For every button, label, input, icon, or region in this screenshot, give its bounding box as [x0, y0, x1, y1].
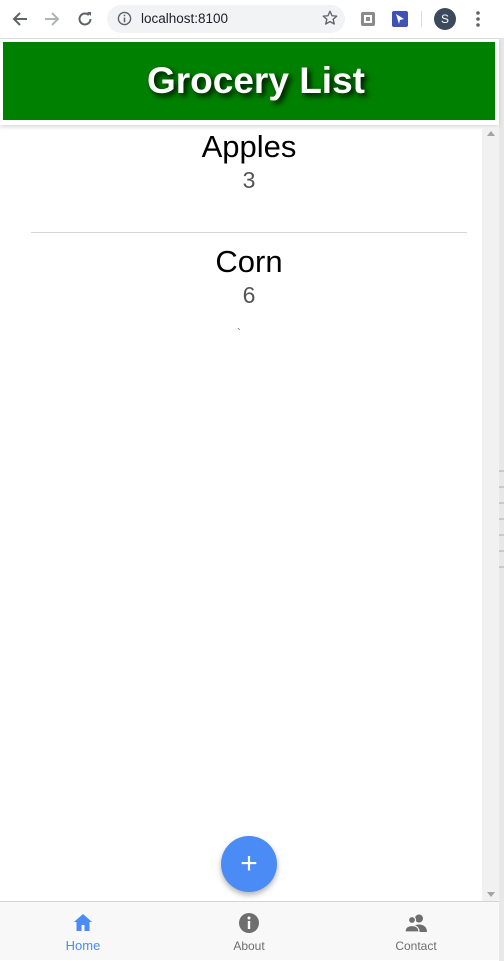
home-icon	[74, 914, 92, 931]
item-quantity: 3	[242, 167, 256, 193]
scrollbar[interactable]	[482, 127, 499, 901]
background-window-edge	[499, 470, 504, 570]
forward-arrow-icon	[45, 12, 60, 26]
app-viewport: Grocery List Apples 3 Corn 6 ` + Home Ab…	[0, 39, 499, 961]
extension-button-2[interactable]	[388, 7, 412, 31]
tab-label: Home	[65, 938, 101, 953]
toolbar-separator	[421, 11, 422, 27]
item-quantity: 6	[242, 282, 256, 308]
browser-toolbar: localhost:8100 S	[0, 0, 504, 39]
list-divider	[31, 232, 467, 233]
extension-g-icon	[361, 12, 375, 26]
tab-label: Contact	[395, 939, 437, 953]
menu-button[interactable]	[466, 7, 490, 31]
reload-button[interactable]	[73, 7, 97, 31]
url-text: localhost:8100	[141, 11, 229, 26]
grocery-list: Apples 3 Corn 6 `	[0, 129, 482, 901]
list-item[interactable]: Corn 6	[31, 244, 467, 310]
address-bar[interactable]: localhost:8100	[107, 5, 345, 33]
back-arrow-icon	[12, 12, 27, 26]
stray-text: `	[237, 326, 241, 340]
scroll-down-arrow[interactable]	[487, 892, 495, 897]
info-icon	[239, 913, 259, 933]
app-header: Grocery List	[0, 39, 499, 125]
info-icon[interactable]	[117, 11, 132, 26]
tab-contact[interactable]: Contact	[333, 902, 499, 960]
reload-icon	[78, 12, 92, 26]
header-bar: Grocery List	[3, 42, 495, 120]
extension-button[interactable]	[356, 7, 380, 31]
tab-label: About	[233, 939, 265, 953]
more-vertical-icon	[476, 11, 480, 27]
tab-home[interactable]: Home	[0, 902, 166, 960]
scroll-up-arrow[interactable]	[487, 131, 495, 136]
add-item-button[interactable]: +	[221, 836, 277, 892]
contacts-icon	[404, 914, 427, 933]
tab-bar: Home About Contact	[0, 901, 499, 960]
item-name: Corn	[215, 244, 283, 279]
forward-button[interactable]	[40, 7, 64, 31]
profile-avatar[interactable]: S	[434, 8, 456, 30]
page-title: Grocery List	[147, 60, 365, 101]
star-icon[interactable]	[321, 9, 339, 27]
item-name: Apples	[201, 129, 297, 164]
tab-about[interactable]: About	[166, 902, 332, 960]
extension-cursor-icon	[392, 11, 408, 27]
back-button[interactable]	[8, 7, 32, 31]
list-item[interactable]: Apples 3	[31, 129, 467, 195]
